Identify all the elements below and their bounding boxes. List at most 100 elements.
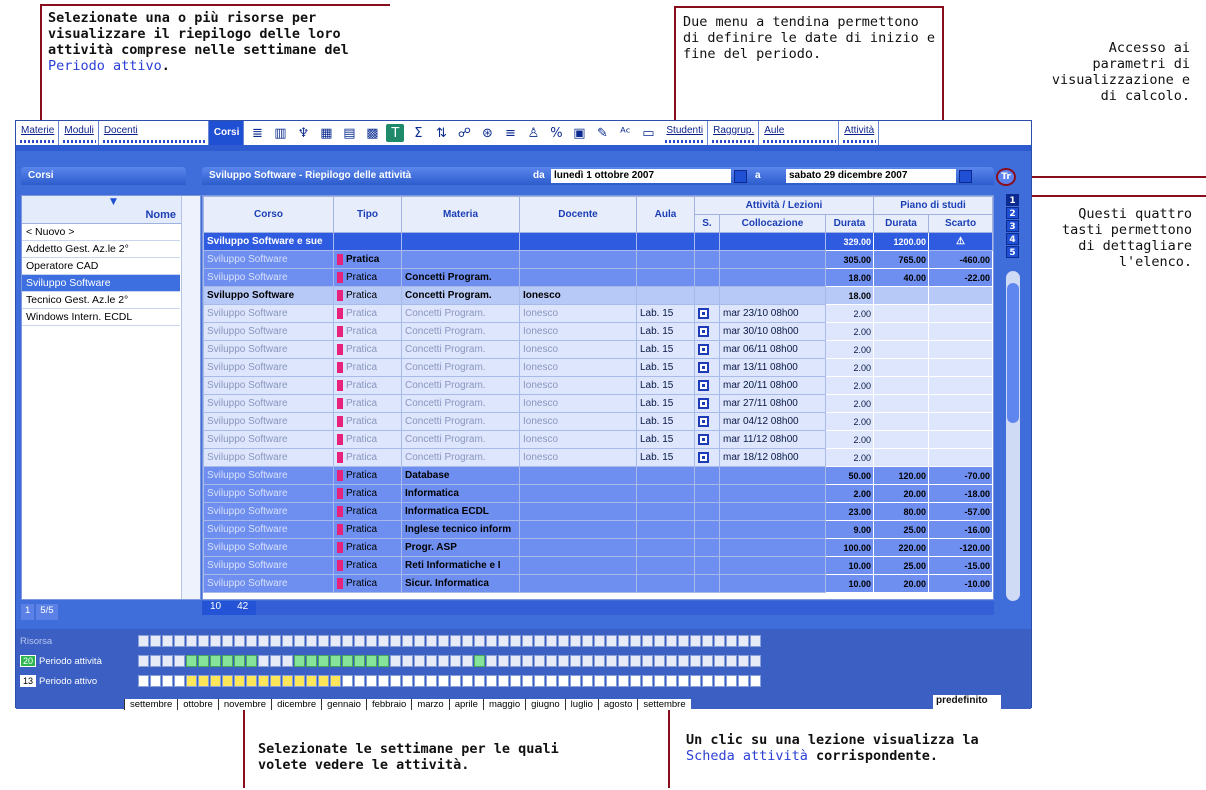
week-cell[interactable] bbox=[414, 635, 425, 647]
list-item[interactable]: Tecnico Gest. Az.le 2° bbox=[22, 292, 180, 309]
chevron-down-icon[interactable] bbox=[734, 170, 747, 183]
col-materia[interactable]: Materia bbox=[401, 196, 520, 233]
week-cell[interactable] bbox=[438, 635, 449, 647]
tab-docenti[interactable]: Docenti bbox=[99, 121, 209, 145]
col-docente[interactable]: Docente bbox=[519, 196, 637, 233]
week-cell[interactable] bbox=[306, 655, 317, 667]
list-item[interactable]: < Nuovo > bbox=[22, 224, 180, 241]
week-cell[interactable] bbox=[198, 675, 209, 687]
table-row[interactable]: Sviluppo Software Pratica Progr. ASP 100.00… bbox=[203, 538, 993, 557]
col-tipo[interactable]: Tipo bbox=[333, 196, 402, 233]
week-cell[interactable] bbox=[678, 655, 689, 667]
week-cell[interactable] bbox=[570, 675, 581, 687]
settings-icon[interactable]: Tr bbox=[996, 168, 1016, 186]
week-cell[interactable] bbox=[606, 655, 617, 667]
tab-aule[interactable]: Aule bbox=[759, 121, 840, 145]
week-cell[interactable] bbox=[150, 675, 161, 687]
detail-level-button[interactable]: 5 bbox=[1006, 246, 1019, 258]
grid-icon[interactable]: ▦ bbox=[317, 124, 335, 142]
week-cell[interactable] bbox=[738, 675, 749, 687]
chevron-down-icon[interactable] bbox=[959, 170, 972, 183]
week-cell[interactable] bbox=[210, 655, 221, 667]
week-cell[interactable] bbox=[498, 635, 509, 647]
week-cell[interactable] bbox=[462, 635, 473, 647]
week-cell[interactable] bbox=[258, 635, 269, 647]
table-row[interactable]: Sviluppo Software Pratica Concetti Program… bbox=[203, 268, 993, 287]
week-cell[interactable] bbox=[534, 635, 545, 647]
lines-icon[interactable]: ≡ bbox=[501, 124, 519, 142]
week-cell[interactable] bbox=[138, 635, 149, 647]
scroll-thumb[interactable] bbox=[1007, 283, 1019, 423]
week-cell[interactable] bbox=[378, 655, 389, 667]
month-label[interactable]: settembre bbox=[124, 699, 177, 710]
month-label[interactable]: dicembre bbox=[271, 699, 321, 710]
table-row[interactable]: Sviluppo Software Pratica Sicur. Informati… bbox=[203, 574, 993, 593]
total-row[interactable]: Sviluppo Software e sue 329.00 1200.00 ⚠ bbox=[203, 232, 993, 251]
week-cell[interactable] bbox=[534, 675, 545, 687]
week-cell[interactable] bbox=[414, 655, 425, 667]
week-cell[interactable] bbox=[354, 655, 365, 667]
week-cell[interactable] bbox=[714, 635, 725, 647]
lesson-icon[interactable] bbox=[698, 397, 709, 409]
week-cell[interactable] bbox=[594, 655, 605, 667]
lesson-icon[interactable] bbox=[698, 325, 709, 337]
vertical-scrollbar[interactable] bbox=[1006, 271, 1020, 601]
week-cell[interactable] bbox=[150, 655, 161, 667]
week-cell[interactable] bbox=[198, 655, 209, 667]
week-cell[interactable] bbox=[534, 655, 545, 667]
table-row[interactable]: Sviluppo Software Pratica 305.00 765.00 -460… bbox=[203, 250, 993, 269]
week-cell[interactable] bbox=[294, 655, 305, 667]
week-cell[interactable] bbox=[462, 675, 473, 687]
week-cell[interactable] bbox=[378, 675, 389, 687]
week-cell[interactable] bbox=[678, 635, 689, 647]
col-scarto[interactable]: Scarto bbox=[928, 214, 993, 233]
week-cell[interactable] bbox=[690, 655, 701, 667]
lesson-icon[interactable] bbox=[698, 415, 709, 427]
week-cell[interactable] bbox=[750, 675, 761, 687]
week-cell[interactable] bbox=[282, 655, 293, 667]
week-cell[interactable] bbox=[186, 675, 197, 687]
week-cell[interactable] bbox=[618, 675, 629, 687]
week-cell[interactable] bbox=[222, 655, 233, 667]
week-cell[interactable] bbox=[606, 635, 617, 647]
week-cell[interactable] bbox=[402, 635, 413, 647]
week-cell[interactable] bbox=[546, 635, 557, 647]
week-cell[interactable] bbox=[450, 635, 461, 647]
week-cell[interactable] bbox=[330, 635, 341, 647]
cell-s[interactable] bbox=[694, 322, 720, 341]
detail-level-button[interactable]: 2 bbox=[1006, 207, 1019, 219]
table-icon[interactable]: ▭ bbox=[639, 124, 657, 142]
lesson-icon[interactable] bbox=[698, 379, 709, 391]
person-icon[interactable]: ♙ bbox=[524, 124, 542, 142]
week-cell[interactable] bbox=[270, 675, 281, 687]
week-cell[interactable] bbox=[522, 635, 533, 647]
week-cell[interactable] bbox=[642, 655, 653, 667]
week-cell[interactable] bbox=[594, 635, 605, 647]
week-cell[interactable] bbox=[174, 675, 185, 687]
week-cell[interactable] bbox=[258, 675, 269, 687]
week-cell[interactable] bbox=[210, 635, 221, 647]
week-cell[interactable] bbox=[654, 675, 665, 687]
week-cell[interactable] bbox=[198, 635, 209, 647]
week-cell[interactable] bbox=[666, 655, 677, 667]
week-cell[interactable] bbox=[450, 655, 461, 667]
week-cell[interactable] bbox=[318, 655, 329, 667]
week-cell[interactable] bbox=[270, 655, 281, 667]
week-cell[interactable] bbox=[582, 635, 593, 647]
table-row[interactable]: Sviluppo Software Pratica Informatica ECDL… bbox=[203, 502, 993, 521]
date-to-select[interactable]: sabato 29 dicembre 2007 bbox=[786, 169, 956, 183]
week-cell[interactable] bbox=[390, 675, 401, 687]
date-from-select[interactable]: lunedì 1 ottobre 2007 bbox=[551, 169, 731, 183]
week-cell[interactable] bbox=[366, 655, 377, 667]
table-row[interactable]: Sviluppo Software Pratica Concetti Program… bbox=[203, 448, 993, 467]
week-cell[interactable] bbox=[510, 635, 521, 647]
week-cell[interactable] bbox=[222, 675, 233, 687]
preset-select[interactable]: predefinito bbox=[933, 695, 1001, 709]
month-label[interactable]: maggio bbox=[482, 699, 525, 710]
week-cell[interactable] bbox=[654, 635, 665, 647]
week-cell[interactable] bbox=[426, 655, 437, 667]
week-cell[interactable] bbox=[726, 675, 737, 687]
lesson-icon[interactable] bbox=[698, 433, 709, 445]
week-cell[interactable] bbox=[186, 635, 197, 647]
abc-icon[interactable]: ᴬᶜ bbox=[616, 124, 634, 142]
